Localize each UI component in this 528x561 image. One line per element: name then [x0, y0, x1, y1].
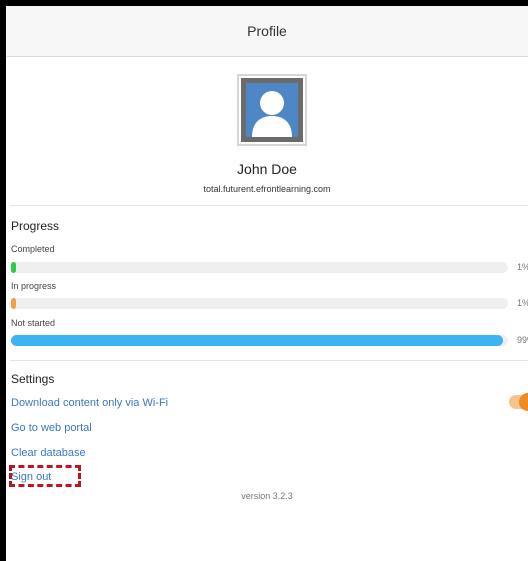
progress-percent-completed: 1%	[517, 262, 528, 272]
divider	[10, 205, 528, 206]
progress-label-not-started: Not started	[11, 318, 56, 328]
settings-section-title: Settings	[11, 372, 55, 386]
divider	[10, 360, 528, 361]
progress-bar-in-progress	[11, 298, 508, 309]
avatar-frame	[241, 78, 303, 142]
progress-bar-not-started	[11, 335, 508, 346]
page-title: Profile	[247, 23, 287, 39]
wifi-only-setting-label[interactable]: Download content only via Wi-Fi	[11, 397, 168, 409]
header-bar: Profile	[6, 6, 528, 57]
progress-bar-completed	[11, 262, 508, 273]
wifi-only-toggle[interactable]	[509, 393, 528, 411]
progress-section-title: Progress	[11, 219, 60, 233]
toggle-knob	[519, 393, 528, 411]
progress-fill-completed	[11, 262, 16, 273]
user-name: John Doe	[237, 161, 297, 177]
progress-label-completed: Completed	[11, 244, 55, 254]
user-email: total.futurent.efrontlearning.com	[203, 184, 331, 194]
progress-percent-not-started: 99%	[517, 335, 528, 345]
progress-fill-in-progress	[11, 298, 16, 309]
web-portal-link[interactable]: Go to web portal	[11, 422, 92, 434]
avatar[interactable]	[237, 74, 307, 146]
clear-database-link[interactable]: Clear database	[11, 447, 86, 459]
progress-fill-not-started	[11, 335, 504, 346]
user-silhouette-icon	[246, 83, 298, 137]
version-label: version 3.2.3	[241, 491, 293, 501]
sign-out-highlight	[9, 465, 81, 487]
progress-percent-in-progress: 1%	[517, 298, 528, 308]
progress-label-in-progress: In progress	[11, 281, 57, 291]
app-window: Profile John Doe total.futurent.efrontle…	[0, 0, 528, 561]
